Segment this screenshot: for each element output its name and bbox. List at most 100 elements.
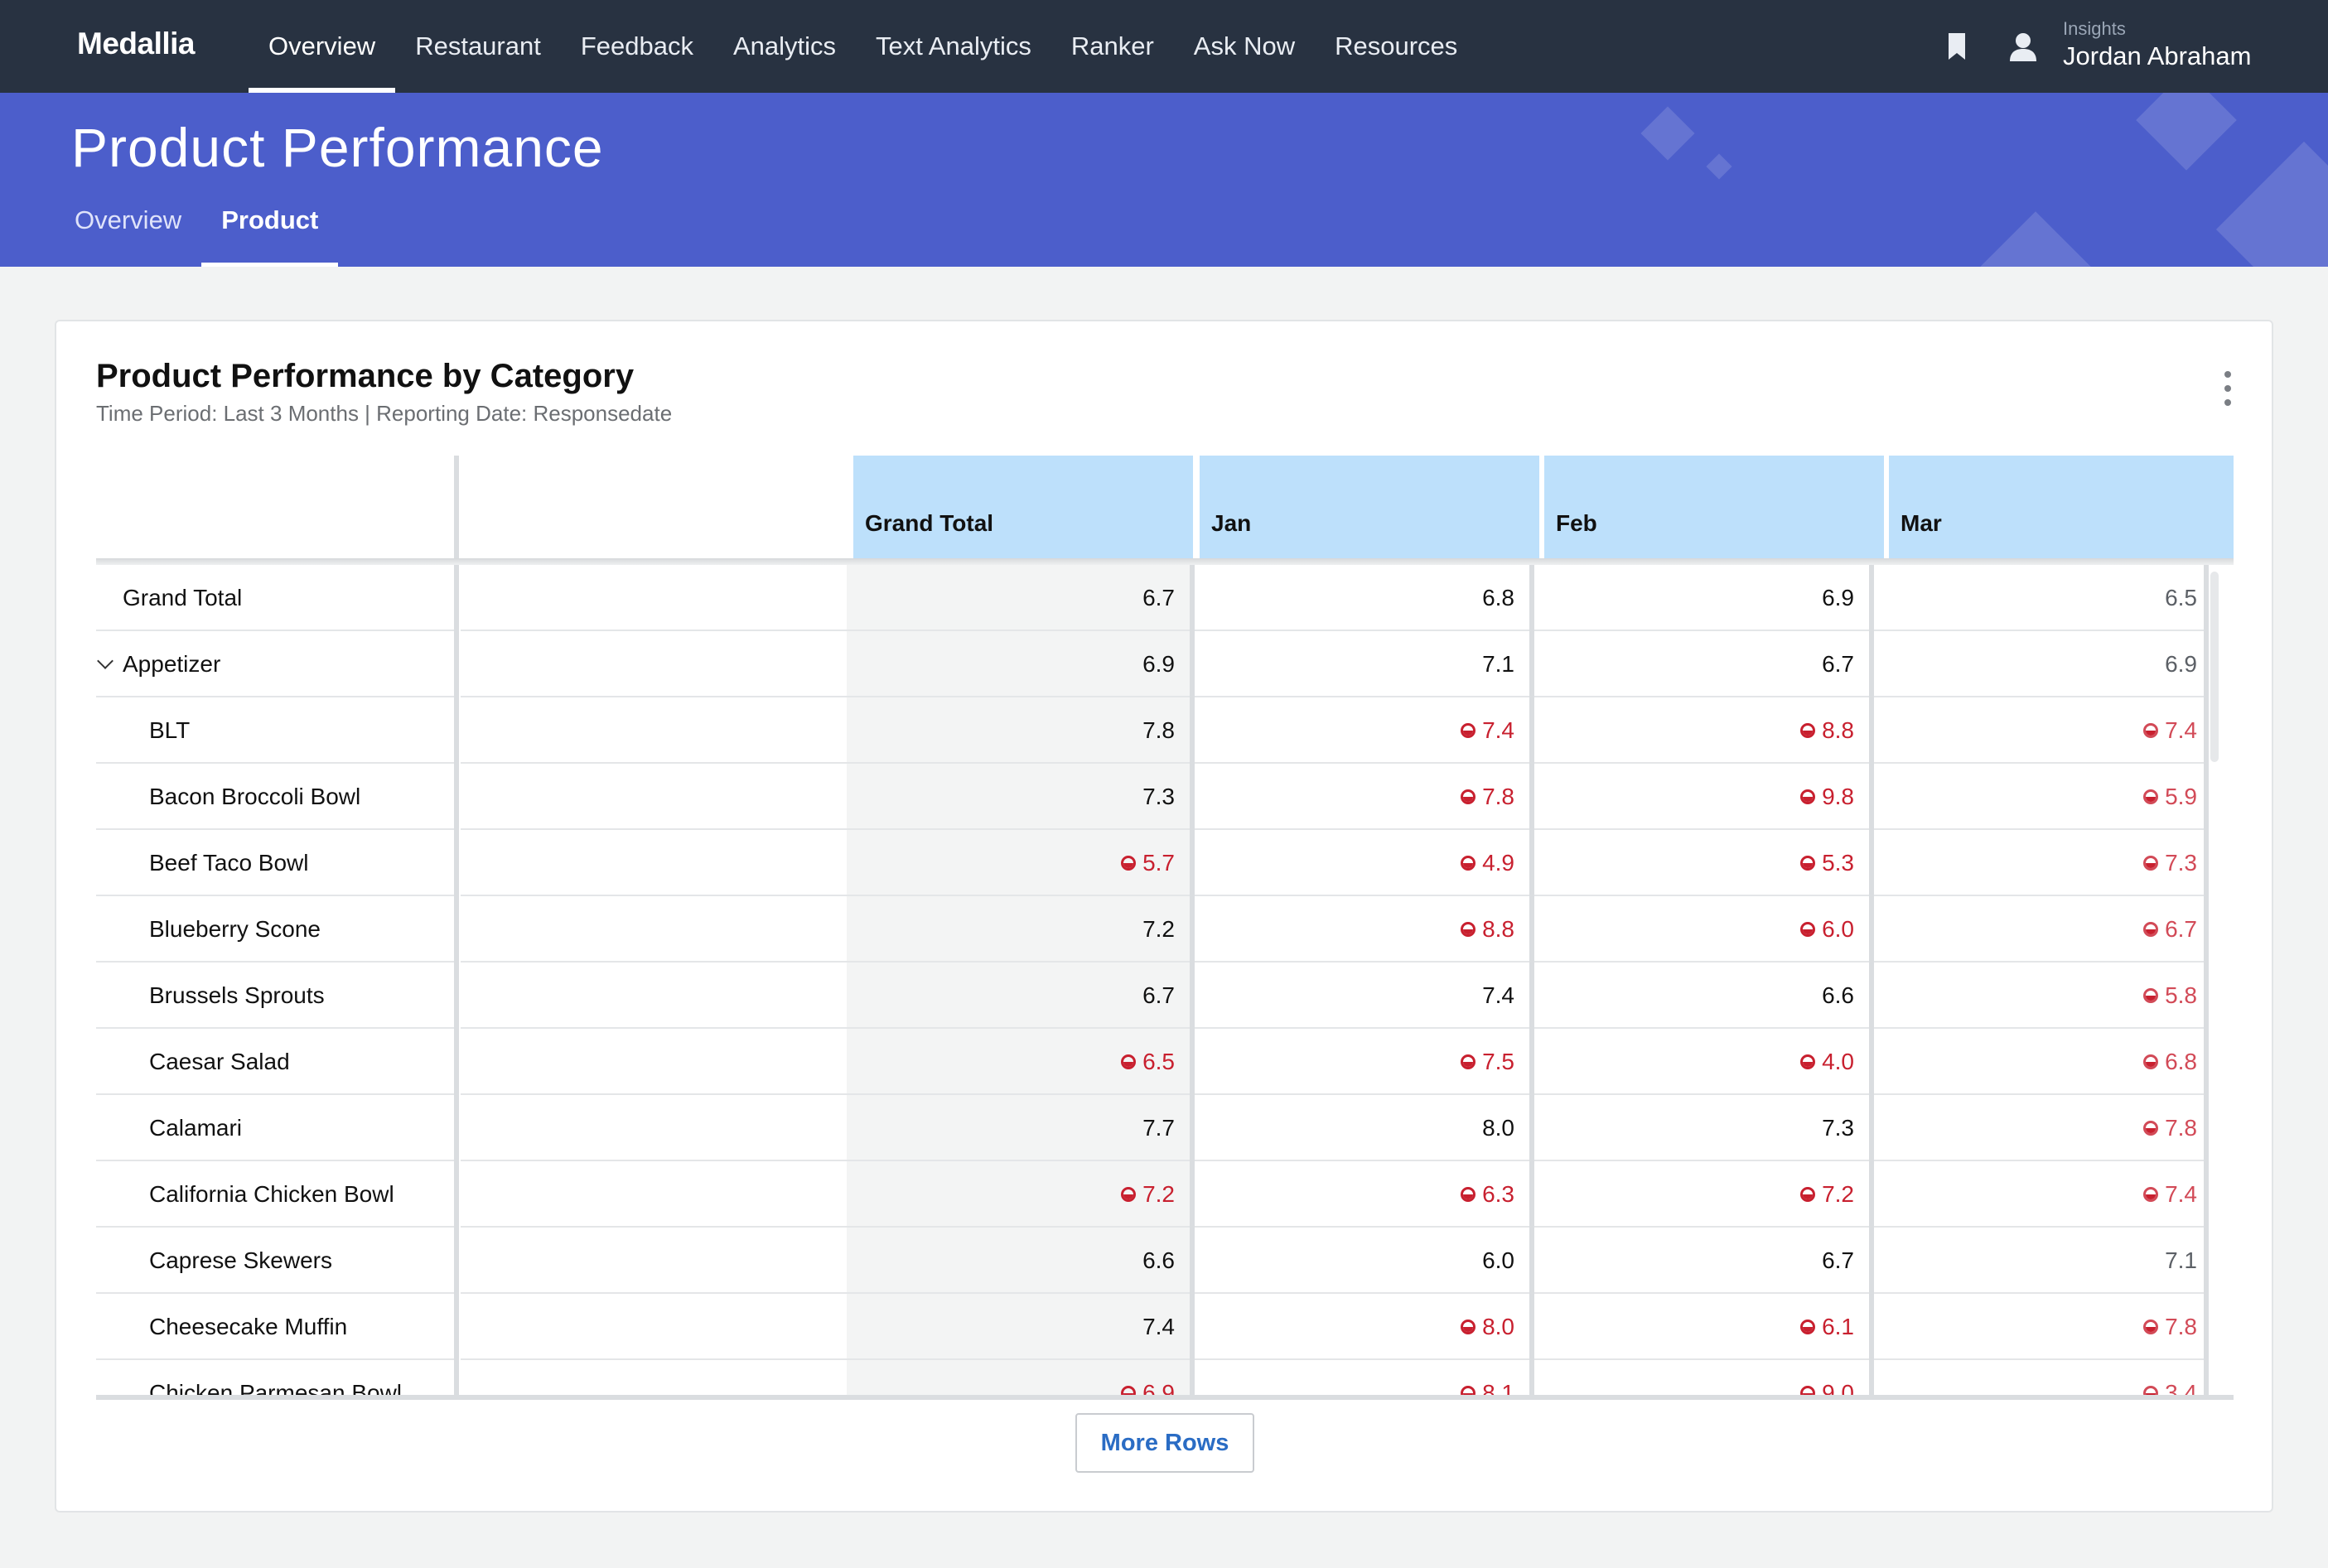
alert-half-circle-icon: [2143, 1121, 2159, 1136]
alert-half-circle-icon: [2143, 1320, 2159, 1334]
user-avatar-icon[interactable]: [2008, 31, 2038, 61]
table-cell-value[interactable]: 7.4: [1200, 697, 1514, 764]
table-row[interactable]: Blueberry Scone 7.2 8.8 6.0 6.7: [96, 896, 2207, 963]
table-cell-value[interactable]: 9.8: [1539, 764, 1854, 830]
table-cell-value[interactable]: 6.3: [1200, 1161, 1514, 1228]
column-header-grand-total[interactable]: Grand Total: [853, 456, 1193, 558]
table-cell-value[interactable]: 6.9: [1539, 565, 1854, 631]
table-row[interactable]: Caesar Salad 6.5 7.5 4.0 6.8: [96, 1029, 2207, 1095]
table-cell-value[interactable]: 8.0: [1200, 1095, 1514, 1161]
table-cell-value[interactable]: 7.2: [860, 896, 1175, 963]
table-cell-value[interactable]: 6.5: [860, 1029, 1175, 1095]
table-row[interactable]: Grand Total 6.7 6.8 6.9 6.5: [96, 565, 2207, 631]
table-row[interactable]: Cheesecake Muffin 7.4 8.0 6.1 7.8: [96, 1294, 2207, 1360]
table-cell-value[interactable]: 7.2: [1539, 1161, 1854, 1228]
table-cell-value[interactable]: 6.9: [1882, 631, 2197, 697]
table-cell-value[interactable]: 6.7: [1539, 631, 1854, 697]
table-cell-value[interactable]: 6.0: [1200, 1228, 1514, 1294]
table-cell-value[interactable]: 8.8: [1200, 896, 1514, 963]
table-row[interactable]: Chicken Parmesan Bowl 6.9 8.1 9.0 3.4: [96, 1360, 2207, 1400]
column-header-feb[interactable]: Feb: [1544, 456, 1884, 558]
nav-resources[interactable]: Resources: [1315, 0, 1477, 93]
tab-product[interactable]: Product: [201, 192, 339, 267]
table-cell-value[interactable]: 6.7: [860, 565, 1175, 631]
table-cell-value[interactable]: 5.7: [860, 830, 1175, 896]
alert-half-circle-icon: [1121, 1187, 1137, 1202]
table-row[interactable]: Bacon Broccoli Bowl 7.3 7.8 9.8 5.9: [96, 764, 2207, 830]
more-options-icon[interactable]: [2222, 371, 2234, 408]
table-row[interactable]: Beef Taco Bowl 5.7 4.9 5.3 7.3: [96, 830, 2207, 896]
table-cell-value[interactable]: 6.5: [1882, 565, 2197, 631]
table-cell-value[interactable]: 6.8: [1200, 565, 1514, 631]
nav-analytics[interactable]: Analytics: [713, 0, 856, 93]
nav-feedback[interactable]: Feedback: [561, 0, 713, 93]
table-cell-value[interactable]: 7.4: [1882, 697, 2197, 764]
row-label: Brussels Sprouts: [149, 963, 325, 1029]
column-divider: [454, 456, 459, 558]
more-rows-button[interactable]: More Rows: [1075, 1413, 1254, 1473]
alert-half-circle-icon: [1461, 1054, 1476, 1069]
table-row[interactable]: Caprese Skewers 6.6 6.0 6.7 7.1: [96, 1228, 2207, 1294]
table-cell-value[interactable]: 9.0: [1539, 1360, 1854, 1400]
nav-ask-now[interactable]: Ask Now: [1174, 0, 1315, 93]
table-cell-value[interactable]: 7.1: [1882, 1228, 2197, 1294]
table-row[interactable]: BLT 7.8 7.4 8.8 7.4: [96, 697, 2207, 764]
table-cell-value[interactable]: 7.2: [860, 1161, 1175, 1228]
table-cell-value[interactable]: 8.8: [1539, 697, 1854, 764]
table-cell-value[interactable]: 6.9: [860, 631, 1175, 697]
chevron-down-icon[interactable]: [97, 653, 114, 669]
table-cell-value[interactable]: 7.1: [1200, 631, 1514, 697]
table-cell-value[interactable]: 4.9: [1200, 830, 1514, 896]
table-cell-value[interactable]: 7.8: [860, 697, 1175, 764]
table-cell-value[interactable]: 7.3: [860, 764, 1175, 830]
table-cell-value[interactable]: 7.3: [1539, 1095, 1854, 1161]
table-cell-value[interactable]: 7.8: [1200, 764, 1514, 830]
page-title: Product Performance: [71, 117, 604, 178]
row-label: California Chicken Bowl: [149, 1161, 394, 1228]
cell-value-text: 6.8: [1482, 585, 1514, 610]
table-cell-value[interactable]: 7.8: [1882, 1095, 2197, 1161]
nav-overview[interactable]: Overview: [249, 0, 396, 93]
table-cell-value[interactable]: 7.3: [1882, 830, 2197, 896]
alert-half-circle-icon: [2143, 1054, 2159, 1069]
table-cell-value[interactable]: 5.9: [1882, 764, 2197, 830]
table-row[interactable]: Calamari 7.7 8.0 7.3 7.8: [96, 1095, 2207, 1161]
row-label[interactable]: Appetizer: [96, 631, 220, 697]
column-header-mar[interactable]: Mar: [1889, 456, 2234, 558]
nav-restaurant[interactable]: Restaurant: [395, 0, 561, 93]
card-title: Product Performance by Category: [96, 358, 635, 394]
table-cell-value[interactable]: 4.0: [1539, 1029, 1854, 1095]
table-cell-value[interactable]: 7.8: [1882, 1294, 2197, 1360]
cell-value-text: 7.8: [1142, 717, 1175, 743]
table-row[interactable]: Brussels Sprouts 6.7 7.4 6.6 5.8: [96, 963, 2207, 1029]
table-cell-value[interactable]: 6.9: [860, 1360, 1175, 1400]
table-cell-value[interactable]: 6.0: [1539, 896, 1854, 963]
tab-overview[interactable]: Overview: [55, 192, 201, 267]
table-cell-value[interactable]: 8.1: [1200, 1360, 1514, 1400]
bookmark-icon[interactable]: [1948, 33, 1966, 60]
table-cell-value[interactable]: 6.1: [1539, 1294, 1854, 1360]
table-cell-value[interactable]: 6.6: [860, 1228, 1175, 1294]
nav-ranker[interactable]: Ranker: [1051, 0, 1174, 93]
table-cell-value[interactable]: 5.3: [1539, 830, 1854, 896]
table-row[interactable]: California Chicken Bowl 7.2 6.3 7.2 7.4: [96, 1161, 2207, 1228]
column-header-jan[interactable]: Jan: [1200, 456, 1539, 558]
table-cell-value[interactable]: 5.8: [1882, 963, 2197, 1029]
table-cell-value[interactable]: 6.8: [1882, 1029, 2197, 1095]
table-cell-value[interactable]: 3.4: [1882, 1360, 2197, 1400]
user-menu[interactable]: Insights Jordan Abraham: [2063, 18, 2251, 71]
table-scrollbar[interactable]: [2210, 572, 2219, 762]
table-cell-value[interactable]: 8.0: [1200, 1294, 1514, 1360]
table-cell-value[interactable]: 7.4: [860, 1294, 1175, 1360]
table-cell-value[interactable]: 6.7: [1882, 896, 2197, 963]
table-cell-value[interactable]: 7.5: [1200, 1029, 1514, 1095]
table-cell-value[interactable]: 6.7: [1539, 1228, 1854, 1294]
table-cell-value[interactable]: 7.7: [860, 1095, 1175, 1161]
table-cell-value[interactable]: 7.4: [1200, 963, 1514, 1029]
table-cell-value[interactable]: 6.6: [1539, 963, 1854, 1029]
table-row[interactable]: Appetizer 6.9 7.1 6.7 6.9: [96, 631, 2207, 697]
table-cell-value[interactable]: 6.7: [860, 963, 1175, 1029]
nav-text-analytics[interactable]: Text Analytics: [856, 0, 1051, 93]
table-cell-value[interactable]: 7.4: [1882, 1161, 2197, 1228]
medallia-logo[interactable]: Medallia: [77, 27, 196, 61]
